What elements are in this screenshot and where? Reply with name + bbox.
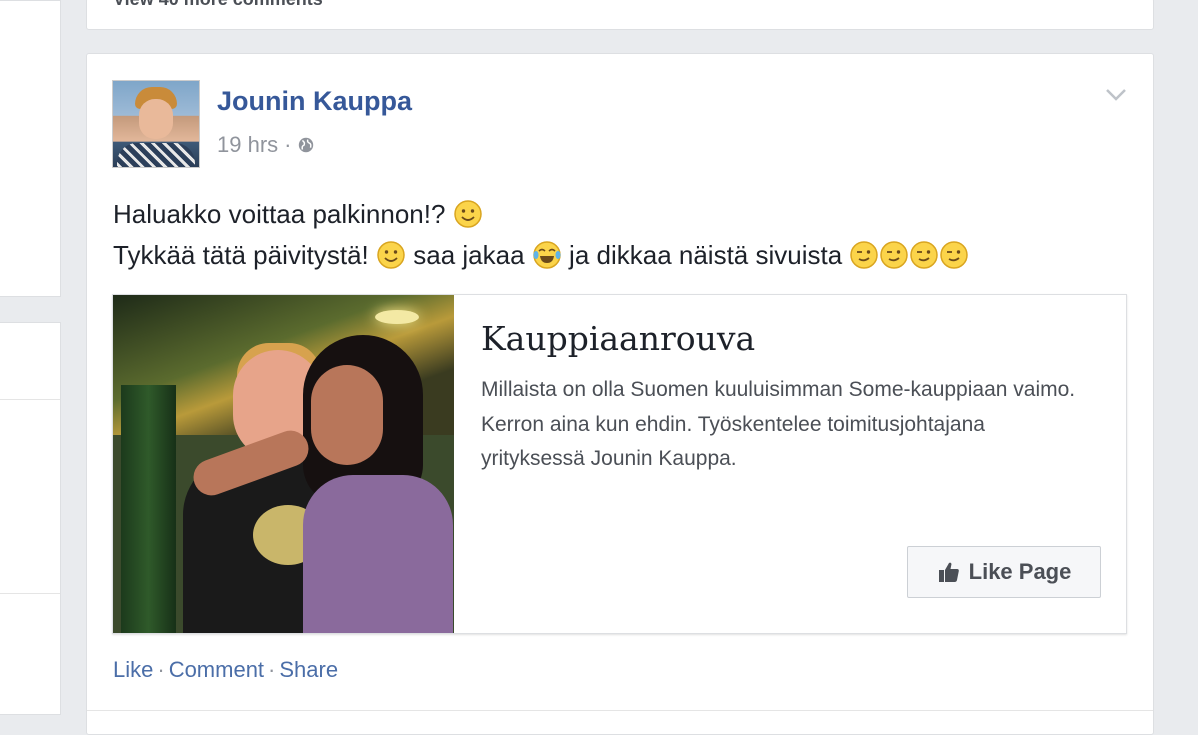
tears-of-joy-emoji-icon [533, 241, 561, 269]
post-text-line2c: ja dikkaa näistä sivuista [569, 240, 843, 270]
post-meta: 19 hrs · [217, 132, 315, 158]
chevron-down-icon[interactable] [1105, 88, 1127, 102]
wink-emoji-icon [940, 241, 969, 269]
comment-link[interactable]: Comment [169, 657, 264, 682]
post-actions: Like · Comment · Share [113, 657, 338, 683]
meta-separator: · [284, 132, 292, 157]
wink-emoji-icon [910, 241, 939, 269]
left-column-panel-top [0, 0, 61, 297]
wink-emoji-icon [880, 241, 909, 269]
post-text-line2b: saa jakaa [413, 240, 525, 270]
share-link[interactable]: Share [279, 657, 338, 682]
post-timestamp[interactable]: 19 hrs [217, 132, 278, 158]
left-column-panel-bottom [0, 322, 61, 715]
view-more-comments-link[interactable]: View 40 more comments [113, 0, 323, 10]
globe-icon[interactable] [297, 136, 315, 154]
post-text-line1: Haluakko voittaa palkinnon!? [113, 199, 446, 229]
action-separator: · [157, 657, 165, 682]
divider [87, 710, 1153, 711]
thumbs-up-icon [938, 562, 959, 582]
wink-emoji-icon [850, 241, 879, 269]
post-message: Haluakko voittaa palkinnon!? Tykkää tätä… [113, 194, 969, 276]
post-text-line2a: Tykkää tätä päivitystä! [113, 240, 369, 270]
page-description: Millaista on olla Suomen kuuluisimman So… [481, 378, 1076, 470]
like-page-button[interactable]: Like Page [907, 546, 1101, 598]
divider [0, 593, 60, 594]
smile-emoji-icon [453, 200, 482, 228]
page-preview[interactable]: Kauppiaanrouva Millaista on olla Suomen … [112, 294, 1127, 634]
author-name-link[interactable]: Jounin Kauppa [217, 86, 412, 117]
page-title[interactable]: Kauppiaanrouva [481, 319, 755, 358]
author-avatar[interactable] [112, 80, 200, 168]
divider [0, 399, 60, 400]
action-separator: · [268, 657, 276, 682]
like-link[interactable]: Like [113, 657, 153, 682]
page-cover-photo[interactable] [113, 295, 454, 633]
like-page-label: Like Page [968, 559, 1072, 584]
smile-emoji-icon [377, 241, 405, 269]
previous-post-card: View 40 more comments [86, 0, 1154, 30]
post-card: Jounin Kauppa 19 hrs · Haluakko voittaa … [86, 53, 1154, 735]
